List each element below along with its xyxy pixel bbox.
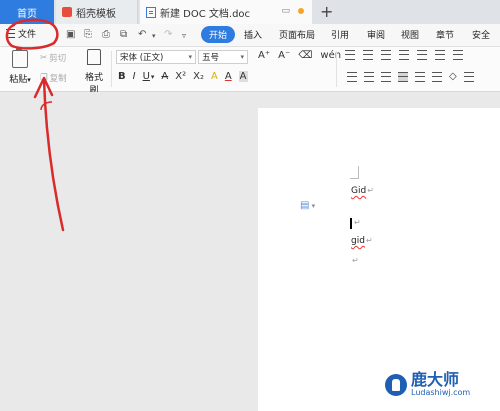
- watermark-url: Ludashiwj.com: [411, 388, 471, 397]
- redo-icon[interactable]: ↷: [164, 29, 172, 40]
- tab-home[interactable]: 首页: [0, 0, 54, 24]
- tab-page-layout[interactable]: 页面布局: [279, 28, 315, 41]
- watermark-logo: 鹿大师 Ludashiwj.com: [385, 372, 470, 397]
- tab-view[interactable]: 视图: [401, 28, 419, 41]
- bold-icon[interactable]: B: [118, 71, 126, 82]
- distribute-icon[interactable]: [415, 71, 425, 82]
- margin-corner-mark: [350, 166, 359, 179]
- text-cursor: [350, 218, 352, 229]
- highlight-icon[interactable]: A: [211, 71, 218, 82]
- align-right-icon[interactable]: [381, 71, 391, 82]
- underline-dropdown-icon[interactable]: ▾: [151, 73, 155, 81]
- divider: [336, 51, 337, 87]
- copy-icon: ❐: [40, 73, 48, 83]
- ribbon-toolbar: 粘贴▾ ✂ 剪切 ❐ 复制 格式刷 宋体 (正文) ▾ 五号 ▾ A⁺ A⁻ ⌫…: [0, 47, 500, 96]
- tab-chapter[interactable]: 章节: [436, 28, 454, 41]
- font-name-value: 宋体 (正文): [120, 53, 164, 63]
- strikethrough-icon[interactable]: A: [161, 71, 168, 82]
- chevron-down-icon: ▾: [240, 53, 244, 61]
- font-size-select[interactable]: 五号 ▾: [198, 50, 248, 64]
- file-menu-label: 文件: [18, 30, 37, 40]
- tab-references[interactable]: 引用: [331, 28, 349, 41]
- file-menu-button[interactable]: 文件: [6, 27, 36, 40]
- hamburger-icon: [6, 29, 15, 38]
- new-tab-plus-icon[interactable]: +: [320, 2, 333, 21]
- paragraph-menu-icon[interactable]: ▤ ▾: [300, 200, 315, 211]
- tab-insert[interactable]: 插入: [244, 28, 262, 41]
- tab-document-label: 新建 DOC 文档.doc: [160, 8, 251, 20]
- export-icon[interactable]: ⎘: [84, 29, 92, 40]
- pinyin-guide-icon[interactable]: wén: [320, 50, 341, 61]
- save-icon[interactable]: ▣: [66, 29, 75, 40]
- document-line[interactable]: ↵: [351, 256, 359, 266]
- cut-button[interactable]: ✂ 剪切: [40, 52, 66, 64]
- preview-icon[interactable]: ⧉: [120, 29, 127, 40]
- template-icon: [62, 7, 72, 17]
- increase-indent-icon[interactable]: [399, 50, 409, 60]
- document-line[interactable]: ↵: [353, 218, 361, 228]
- numbered-list-icon[interactable]: [363, 50, 373, 60]
- copy-button[interactable]: ❐ 复制: [40, 72, 67, 84]
- copy-label: 复制: [49, 74, 67, 84]
- clear-format-icon[interactable]: ⌫: [298, 50, 312, 61]
- undo-dropdown-icon[interactable]: ▾: [152, 32, 156, 40]
- paintbrush-icon: [87, 49, 101, 65]
- document-workspace: Gid↵ ↵ gid↵ ↵ ▤ ▾: [0, 92, 500, 411]
- clipboard-icon: [12, 48, 28, 68]
- customize-quick-access-icon[interactable]: ▿: [182, 31, 186, 40]
- superscript-icon[interactable]: X²: [175, 71, 186, 82]
- cut-label: 剪切: [49, 54, 67, 64]
- italic-icon[interactable]: I: [133, 71, 136, 82]
- tab-start[interactable]: 开始: [201, 26, 236, 43]
- watermark-title: 鹿大师: [411, 370, 460, 389]
- chevron-down-icon: ▾: [188, 53, 192, 61]
- align-center-icon[interactable]: [364, 71, 374, 82]
- chinese-layout-icon[interactable]: [417, 50, 427, 60]
- unsaved-dot-icon: [298, 8, 304, 14]
- subscript-icon[interactable]: X₂: [193, 71, 204, 82]
- format-painter-button[interactable]: 格式刷: [82, 49, 106, 96]
- font-size-value: 五号: [202, 53, 220, 63]
- tab-document[interactable]: 新建 DOC 文档.doc ▭: [140, 0, 312, 24]
- divider: [111, 51, 112, 87]
- font-color-icon[interactable]: A: [225, 71, 232, 82]
- underline-icon[interactable]: U: [143, 71, 150, 82]
- show-marks-icon[interactable]: [453, 50, 463, 60]
- document-line[interactable]: gid↵: [351, 236, 373, 246]
- tab-template-label: 稻壳模板: [76, 8, 116, 20]
- tab-review[interactable]: 审阅: [367, 28, 385, 41]
- line-spacing-icon[interactable]: [432, 71, 442, 82]
- character-shading-icon[interactable]: A: [238, 71, 248, 82]
- shrink-font-icon[interactable]: A⁻: [278, 50, 290, 61]
- decrease-indent-icon[interactable]: [381, 50, 391, 60]
- tab-template[interactable]: 稻壳模板: [56, 0, 138, 24]
- tab-security[interactable]: 安全: [472, 28, 490, 41]
- scissors-icon: ✂: [40, 53, 48, 63]
- grow-font-icon[interactable]: A⁺: [258, 50, 270, 61]
- document-line[interactable]: Gid↵: [351, 186, 374, 196]
- borders-icon[interactable]: [463, 71, 474, 82]
- font-name-select[interactable]: 宋体 (正文) ▾: [116, 50, 196, 64]
- shading-icon[interactable]: ◇: [449, 71, 457, 82]
- menu-bar: 文件 ▣ ⎘ ⎙ ⧉ ↶ ▾ ↷ ▿ 开始 插入 页面布局 引用 审阅 视图 章…: [0, 24, 500, 47]
- paste-button[interactable]: 粘贴▾: [8, 48, 32, 85]
- deer-logo-icon: [385, 373, 407, 396]
- bullet-list-icon[interactable]: [345, 50, 355, 60]
- justify-icon[interactable]: [398, 71, 408, 82]
- paste-label: 粘贴: [9, 75, 28, 85]
- sort-icon[interactable]: [435, 50, 445, 60]
- print-icon[interactable]: ⎙: [102, 29, 110, 40]
- document-page[interactable]: Gid↵ ↵ gid↵ ↵: [258, 108, 500, 411]
- document-icon: [146, 6, 156, 18]
- undo-icon[interactable]: ↶: [138, 29, 146, 40]
- window-tab-bar: 首页 稻壳模板 新建 DOC 文档.doc ▭ +: [0, 0, 500, 24]
- align-left-icon[interactable]: [347, 71, 357, 82]
- monitor-icon[interactable]: ▭: [281, 6, 290, 16]
